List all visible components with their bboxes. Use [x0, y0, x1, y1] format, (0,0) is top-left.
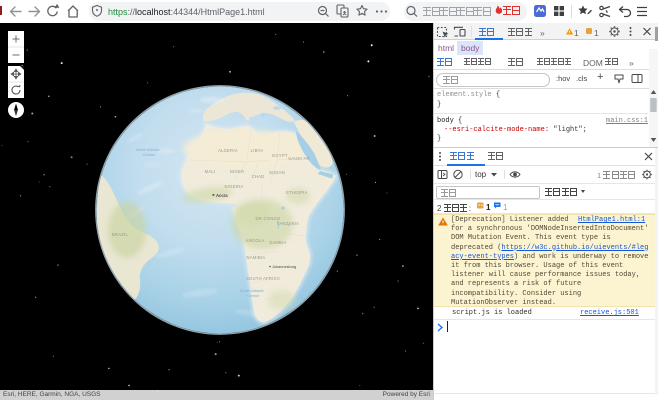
svg-text:SUDAN: SUDAN [269, 170, 285, 175]
svg-text:LIBYA: LIBYA [251, 148, 264, 153]
svg-text:NIGER: NIGER [230, 169, 244, 174]
svg-text:Ocean: Ocean [247, 293, 260, 298]
svg-text:Johannesburg: Johannesburg [272, 265, 296, 269]
svg-text:MALI: MALI [205, 169, 216, 174]
svg-text:SAUDI AR: SAUDI AR [288, 156, 310, 161]
svg-text:SOUTH AFRICA: SOUTH AFRICA [246, 276, 280, 281]
svg-text:TANZANIA: TANZANIA [277, 221, 299, 226]
svg-text:CHAD: CHAD [252, 174, 265, 179]
svg-text:ALGERIA: ALGERIA [218, 148, 238, 153]
svg-text:Ocean: Ocean [143, 152, 156, 157]
svg-text:BRAZIL: BRAZIL [112, 232, 129, 237]
svg-text:ANGOLA: ANGOLA [246, 238, 265, 243]
svg-text:ETHIOPIA: ETHIOPIA [286, 190, 308, 195]
svg-text:EGYPT: EGYPT [272, 153, 288, 158]
svg-text:NIGERIA: NIGERIA [225, 184, 244, 189]
svg-text:Accra: Accra [216, 193, 228, 198]
svg-text:NAMIBIA: NAMIBIA [247, 255, 266, 260]
svg-text:ZAMBIA: ZAMBIA [269, 240, 286, 245]
